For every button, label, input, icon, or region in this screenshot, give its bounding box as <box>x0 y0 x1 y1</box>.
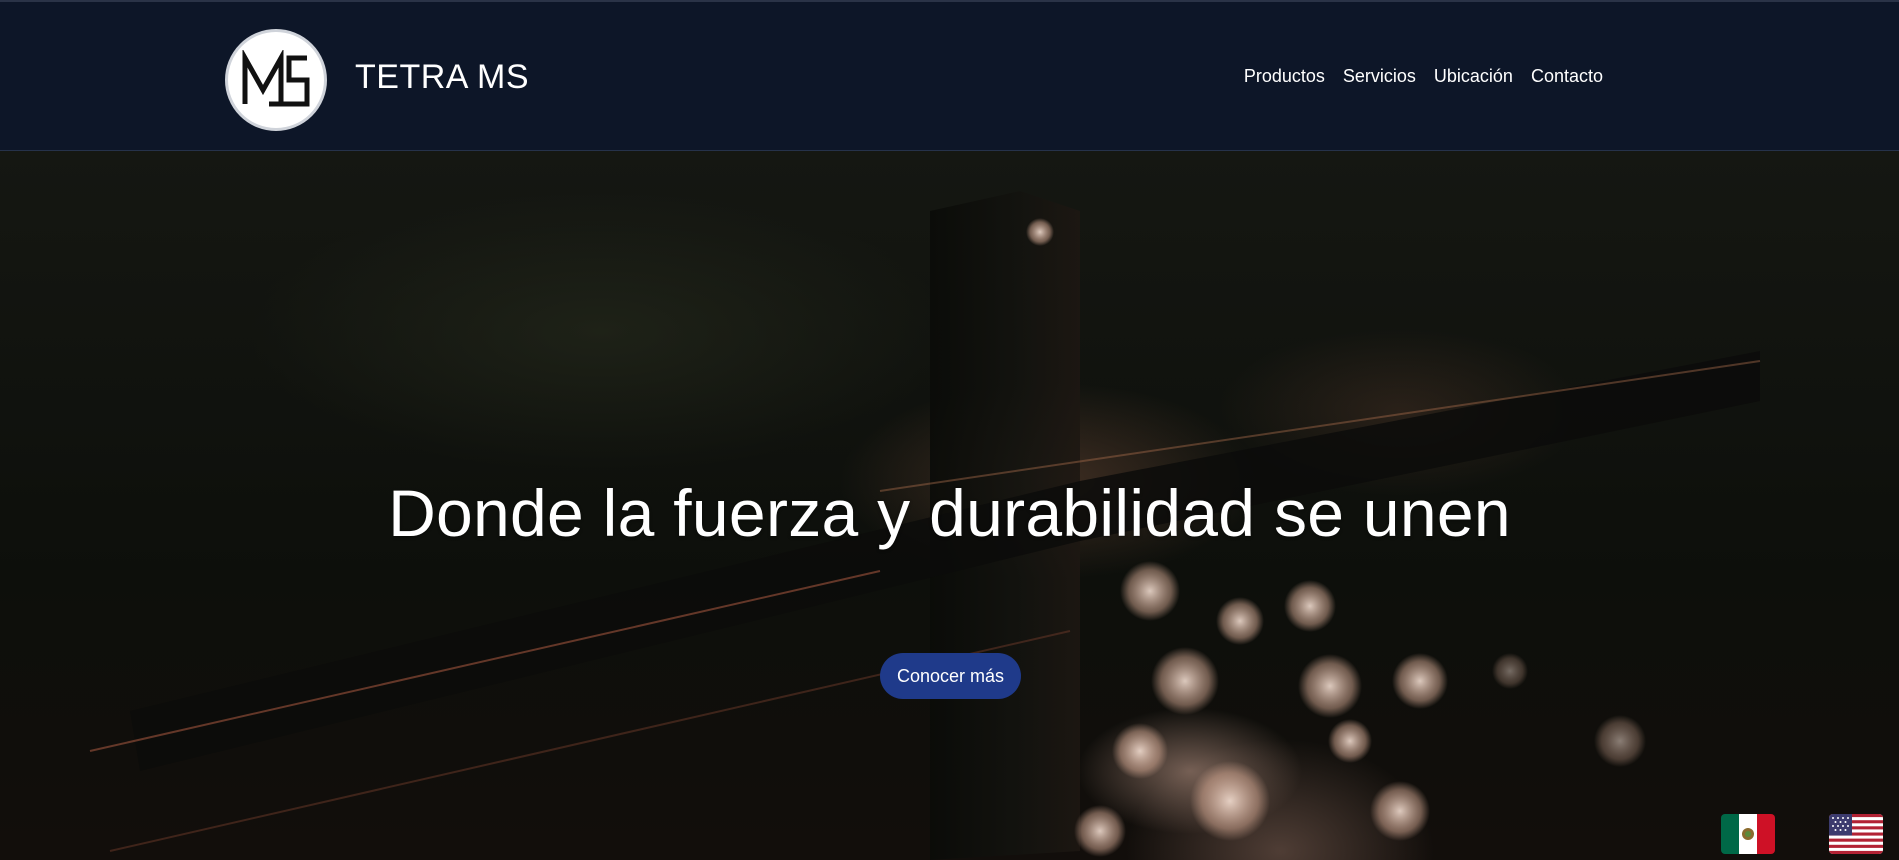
usa-flag-graphic <box>1829 814 1883 854</box>
logo[interactable] <box>225 29 327 131</box>
navbar: TETRA MS Productos Servicios Ubicación C… <box>0 0 1899 151</box>
usa-flag-icon[interactable] <box>1829 814 1883 854</box>
learn-more-button[interactable]: Conocer más <box>880 653 1021 699</box>
nav-link-servicios[interactable]: Servicios <box>1343 66 1416 87</box>
hero-title: Donde la fuerza y durabilidad se unen <box>388 476 1511 550</box>
hero-section: Donde la fuerza y durabilidad se unen Co… <box>0 151 1899 860</box>
mexico-flag-graphic <box>1721 814 1775 854</box>
ms-monogram-icon <box>242 50 310 107</box>
nav-link-ubicacion[interactable]: Ubicación <box>1434 66 1513 87</box>
main-nav: Productos Servicios Ubicación Contacto <box>1244 66 1603 87</box>
nav-link-productos[interactable]: Productos <box>1244 66 1325 87</box>
nav-link-contacto[interactable]: Contacto <box>1531 66 1603 87</box>
mexico-flag-icon[interactable] <box>1721 814 1775 854</box>
brand-name[interactable]: TETRA MS <box>355 58 529 97</box>
